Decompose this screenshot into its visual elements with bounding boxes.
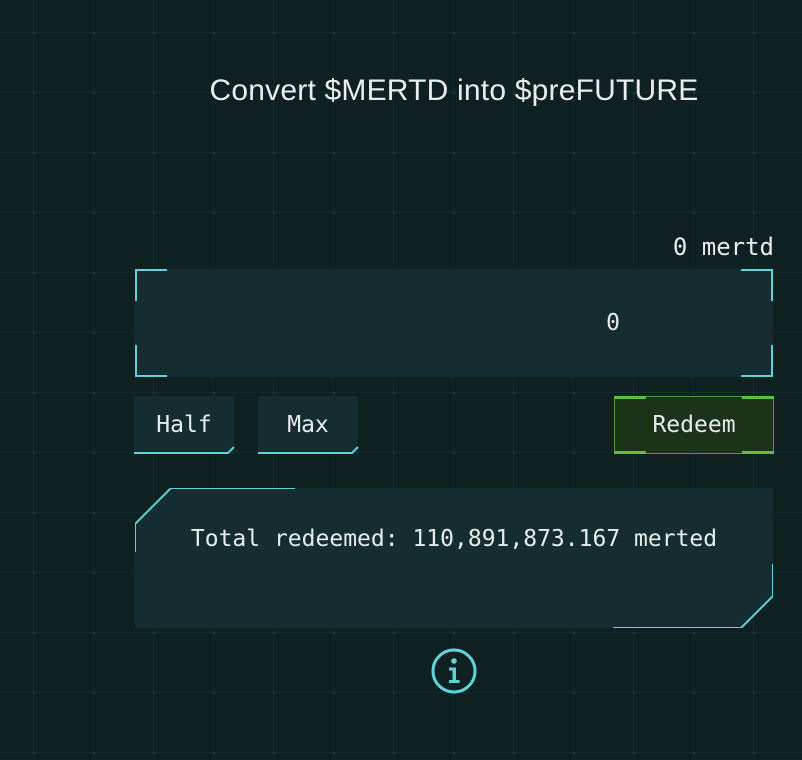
corner-bracket [741,345,773,377]
corner-accent [742,451,774,454]
redeem-button[interactable]: Redeem [614,396,774,454]
info-icon[interactable] [431,648,477,694]
total-redeemed-unit: merted [634,526,718,552]
button-edge [258,446,359,454]
total-redeemed-label: Total redeemed: [190,526,399,552]
total-redeemed-text: Total redeemed: 110,891,873.167 merted [175,520,733,558]
redeem-button-label: Redeem [652,412,736,438]
amount-field-container [135,269,773,377]
half-button[interactable]: Half [134,396,235,454]
total-redeemed-value: 110,891,873.167 [412,526,621,552]
corner-accent [742,396,774,399]
corner-accent [614,451,646,454]
amount-input[interactable] [155,269,620,377]
balance-label: 0 mertd [672,233,774,261]
total-redeemed-panel: Total redeemed: 110,891,873.167 merted [135,488,773,628]
panel-frame [135,488,773,628]
max-button[interactable]: Max [258,396,359,454]
page-title: Convert $MERTD into $preFUTURE [209,74,699,107]
corner-bracket [741,269,773,301]
corner-accent [614,396,646,399]
button-edge [134,446,235,454]
